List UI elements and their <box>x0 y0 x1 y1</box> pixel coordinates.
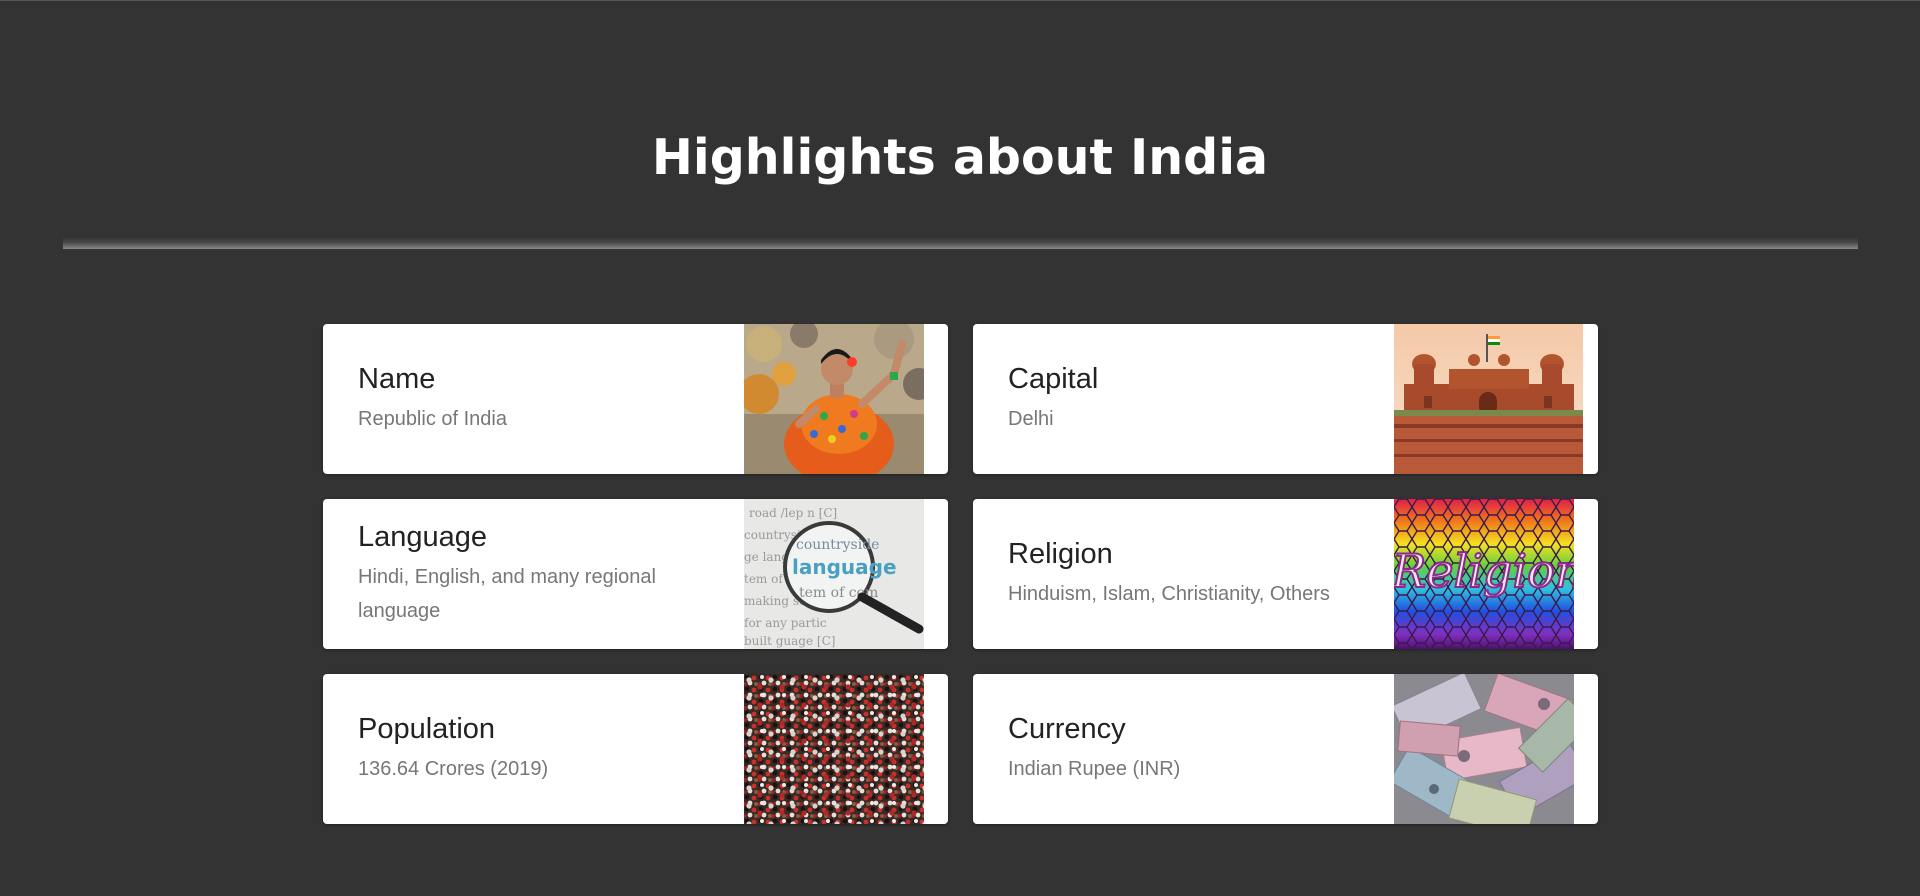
card-text: Capital Delhi <box>1008 324 1378 474</box>
card-description: Hindi, English, and many regional langua… <box>358 566 656 622</box>
svg-text:road /lep n [C]: road /lep n [C] <box>749 506 837 520</box>
card-capital: Capital Delhi <box>973 324 1598 474</box>
card-religion: Religion Hinduism, Islam, Christianity, … <box>973 499 1598 649</box>
crowd-image <box>744 674 933 824</box>
card-text: Language Hindi, English, and many region… <box>358 499 728 649</box>
card-title: Name <box>358 363 436 395</box>
page-title: Highlights about India <box>651 129 1269 186</box>
svg-text:built guage [C]: built guage [C] <box>744 634 835 648</box>
card-text: Currency Indian Rupee (INR) <box>1008 674 1378 824</box>
card-description: Indian Rupee (INR) <box>1008 758 1181 780</box>
card-description: 136.64 Crores (2019) <box>358 758 549 780</box>
card-name: Name Republic of India <box>323 324 948 474</box>
religion-mosaic-image: Religion <box>1394 499 1583 649</box>
dancer-image <box>744 324 933 474</box>
card-language: Language Hindi, English, and many region… <box>323 499 948 649</box>
card-description: Delhi <box>1008 408 1054 430</box>
banknotes-image <box>1394 674 1583 824</box>
svg-text:language: language <box>792 555 897 579</box>
card-text: Population 136.64 Crores (2019) <box>358 674 728 824</box>
card-title: Language <box>358 521 488 553</box>
card-title: Population <box>358 713 496 745</box>
card-description: Hinduism, Islam, Christianity, Others <box>1008 583 1330 605</box>
page: Highlights about India Name Republic of … <box>0 0 1920 896</box>
svg-text:countryside: countryside <box>796 537 879 553</box>
card-title: Capital <box>1008 363 1099 395</box>
card-population: Population 136.64 Crores (2019) <box>323 674 948 824</box>
title-divider <box>63 237 1858 249</box>
card-text: Religion Hinduism, Islam, Christianity, … <box>1008 499 1378 649</box>
card-title: Currency <box>1008 713 1126 745</box>
religion-image-text: Religion <box>1394 544 1583 598</box>
card-title: Religion <box>1008 538 1113 570</box>
card-text: Name Republic of India <box>358 324 728 474</box>
red-fort-image <box>1394 324 1583 474</box>
card-description: Republic of India <box>358 408 507 430</box>
card-currency: Currency Indian Rupee (INR) <box>973 674 1598 824</box>
svg-text:for any partic: for any partic <box>744 616 827 630</box>
magnifier-language-image: road /lep n [C] countryside in a ge lang… <box>744 499 933 649</box>
